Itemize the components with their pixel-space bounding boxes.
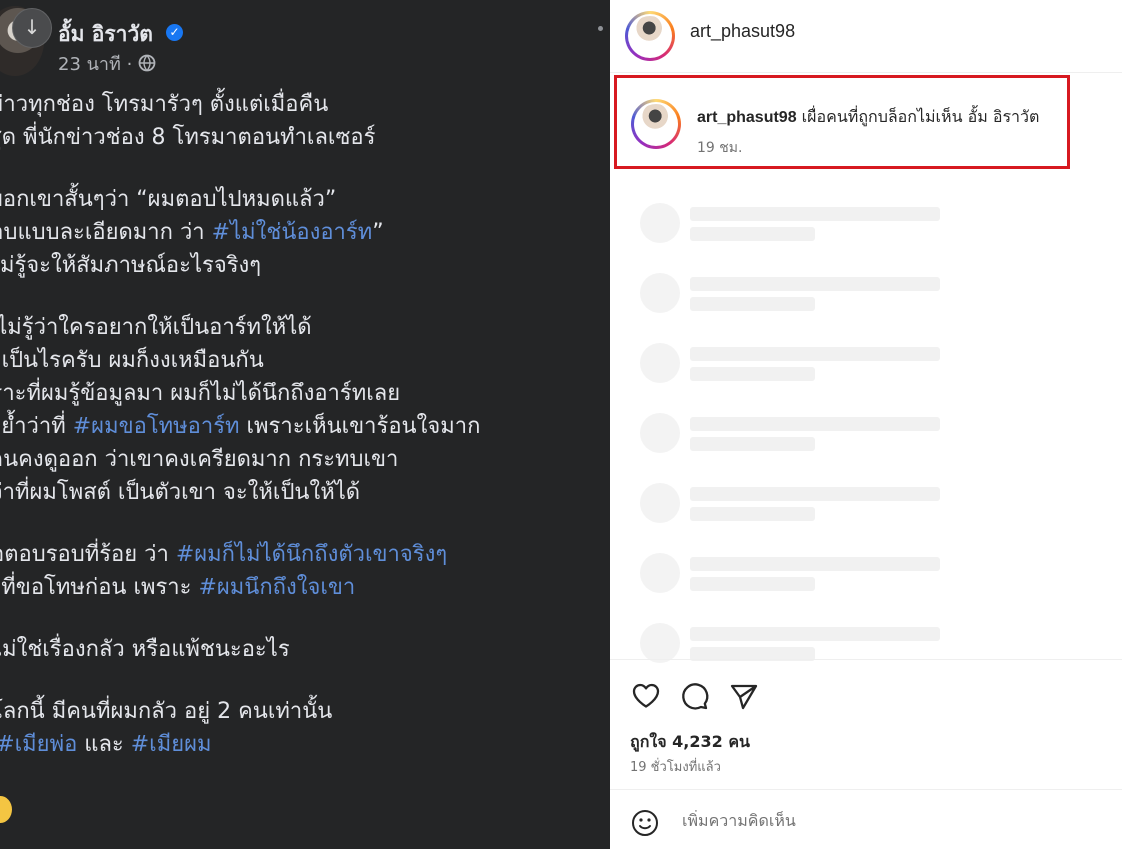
- globe-icon: [138, 54, 156, 75]
- post-text-line: าคนคงดูออก ว่าเขาคงเครียดมาก กระทบเขา: [0, 443, 596, 476]
- comment-loading-placeholder: [640, 483, 940, 523]
- comment-loading-placeholder: [640, 273, 940, 313]
- comment-loading-placeholder: [640, 553, 940, 593]
- post-text-segment: นโลกนี้ มีคนที่ผมกลัว อยู่ 2 คนเท่านั้น: [0, 699, 333, 724]
- emoji-icon[interactable]: [630, 808, 660, 838]
- post-text-line: ละที่ขอโทษก่อน เพราะ #ผมนึกถึงใจเขา: [0, 571, 596, 604]
- post-text-line: อ #เมียพ่อ และ #เมียผม: [0, 728, 596, 761]
- caption-text: art_phasut98 เผื่อคนที่ถูกบล็อกไม่เห็น อ…: [697, 105, 1039, 130]
- emoji-icon: [0, 796, 12, 823]
- caption-avatar[interactable]: [631, 99, 681, 149]
- post-text-segment: าสุด พี่นักข่าวช่อง 8 โทรมาตอนทำเลเซอร์: [0, 125, 376, 150]
- facebook-post-text: าข่าวทุกช่อง โทรมารัวๆ ตั้งแต่เมื่อคืนาส…: [0, 88, 596, 761]
- share-icon[interactable]: [728, 680, 760, 712]
- post-text-gap: [0, 604, 596, 633]
- post-text-line: ตอบแบบละเอียดมาก ว่า #ไม่ใช่น้องอาร์ท”: [0, 216, 596, 249]
- comment-input[interactable]: [680, 810, 1044, 831]
- facebook-post-meta: 23 นาที ·: [58, 49, 156, 78]
- hashtag-link[interactable]: #ผมก็ไม่ได้นึกถึงตัวเขาจริงๆ: [176, 542, 447, 567]
- hashtag-link[interactable]: #ไม่ใช่น้องอาร์ท: [212, 220, 373, 245]
- likes-count[interactable]: ถูกใจ 4,232 คน: [630, 730, 750, 755]
- hashtag-link[interactable]: #เมียผม: [131, 732, 212, 757]
- post-text-line: าข่าวทุกช่อง โทรมารัวๆ ตั้งแต่เมื่อคืน: [0, 88, 596, 121]
- post-text-segment: ละย้ำว่าที่: [0, 414, 66, 439]
- verified-badge-icon: ✓: [166, 24, 183, 41]
- header-username[interactable]: art_phasut98: [690, 21, 795, 42]
- post-text-segment: ยบอกเขาสั้นๆว่า “ผมตอบไปหมดแล้ว”: [0, 187, 337, 212]
- post-text-gap: [0, 282, 596, 311]
- post-text-line: นโลกนี้ มีคนที่ผมกลัว อยู่ 2 คนเท่านั้น: [0, 695, 596, 728]
- hashtag-link[interactable]: #ผมขอโทษอาร์ท: [73, 414, 240, 439]
- post-text-segment: และ: [77, 732, 131, 757]
- facebook-post-screenshot: ↓ อั้ม อิราวัต ✓ 23 นาที · าข่าวทุกช่อง …: [0, 0, 610, 849]
- hashtag-link[interactable]: #ผมนึกถึงใจเขา: [198, 575, 355, 600]
- post-text-line: นไม่ใช่เรื่องกลัว หรือแพ้ชนะอะไร: [0, 633, 596, 666]
- post-text-line: ยบอกเขาสั้นๆว่า “ผมตอบไปหมดแล้ว”: [0, 183, 596, 216]
- caption-body: เผื่อคนที่ถูกบล็อกไม่เห็น อั้ม อิราวัต: [796, 107, 1040, 126]
- post-text-segment: ไม่เป็นไรครับ ผมก็งงเหมือนกัน: [0, 348, 264, 373]
- post-header: art_phasut98: [610, 0, 1122, 73]
- post-text-line: ดว่าที่ผมโพสต์ เป็นตัวเขา จะให้เป็นให้ได…: [0, 476, 596, 509]
- post-text-segment: นไม่ใช่เรื่องกลัว หรือแพ้ชนะอะไร: [0, 637, 290, 662]
- post-text-gap: [0, 666, 596, 695]
- post-text-line: อ ไม่รู้ว่าใครอยากให้เป็นอาร์ทให้ได้: [0, 311, 596, 344]
- post-text-segment: าข่าวทุกช่อง โทรมารัวๆ ตั้งแต่เมื่อคืน: [0, 92, 329, 117]
- comment-icon[interactable]: [678, 680, 710, 712]
- post-text-segment: เพราะเห็นเขาร้อนใจมาก: [239, 414, 481, 439]
- post-timestamp[interactable]: 19 ชั่วโมงที่แล้ว: [630, 756, 721, 777]
- comment-loading-placeholder: [640, 203, 940, 243]
- highlighted-caption: art_phasut98 เผื่อคนที่ถูกบล็อกไม่เห็น อ…: [614, 75, 1070, 169]
- post-text-line: าสุด พี่นักข่าวช่อง 8 โทรมาตอนทำเลเซอร์: [0, 121, 596, 154]
- post-text-line: ละย้ำว่าที่ #ผมขอโทษอาร์ท เพราะเห็นเขาร้…: [0, 410, 596, 443]
- caption-time: 19 ชม.: [697, 140, 743, 156]
- post-text-segment: อ ไม่รู้ว่าใครอยากให้เป็นอาร์ทให้ได้: [0, 315, 312, 340]
- comment-loading-placeholder: [640, 413, 940, 453]
- post-text-segment: ดว่าที่ผมโพสต์ เป็นตัวเขา จะให้เป็นให้ได…: [0, 480, 361, 505]
- post-text-segment: าคนคงดูออก ว่าเขาคงเครียดมาก กระทบเขา: [0, 447, 399, 472]
- post-text-line: ยไม่รู้จะให้สัมภาษณ์อะไรจริงๆ: [0, 249, 596, 282]
- post-text-segment: ตอบแบบละเอียดมาก ว่า: [0, 220, 205, 245]
- post-actions: ถูกใจ 4,232 คน 19 ชั่วโมงที่แล้ว: [610, 659, 1122, 790]
- post-text-gap: [0, 154, 596, 183]
- post-text-line: ไม่เป็นไรครับ ผมก็งงเหมือนกัน: [0, 344, 596, 377]
- comment-loading-placeholder: [640, 343, 940, 383]
- comment-loading-placeholder: [640, 623, 940, 663]
- comment-bar: [610, 789, 1122, 850]
- caption-username[interactable]: art_phasut98: [697, 109, 797, 126]
- post-text-segment: ละที่ขอโทษก่อน เพราะ: [0, 575, 192, 600]
- post-text-segment: ยไม่รู้จะให้สัมภาษณ์อะไรจริงๆ: [0, 253, 262, 278]
- post-text-segment: ขอตอบรอบที่ร้อย ว่า: [0, 542, 169, 567]
- post-time: 23 นาที ·: [58, 54, 139, 75]
- instagram-post-panel: art_phasut98 art_phasut98 เผื่อคนที่ถูกบ…: [610, 0, 1122, 849]
- more-options-icon: [598, 26, 603, 31]
- hashtag-link[interactable]: #เมียพ่อ: [0, 732, 77, 757]
- post-text-segment: พราะที่ผมรู้ข้อมูลมา ผมก็ไม่ได้นึกถึงอาร…: [0, 381, 401, 406]
- post-text-segment: ”: [372, 220, 384, 245]
- down-arrow-icon: ↓: [12, 8, 52, 48]
- facebook-author-name: อั้ม อิราวัต: [58, 22, 153, 46]
- post-text-line: พราะที่ผมรู้ข้อมูลมา ผมก็ไม่ได้นึกถึงอาร…: [0, 377, 596, 410]
- post-text-line: ขอตอบรอบที่ร้อย ว่า #ผมก็ไม่ได้นึกถึงตัว…: [0, 538, 596, 571]
- post-text-gap: [0, 509, 596, 538]
- heart-icon[interactable]: [630, 680, 662, 712]
- avatar[interactable]: [625, 11, 675, 61]
